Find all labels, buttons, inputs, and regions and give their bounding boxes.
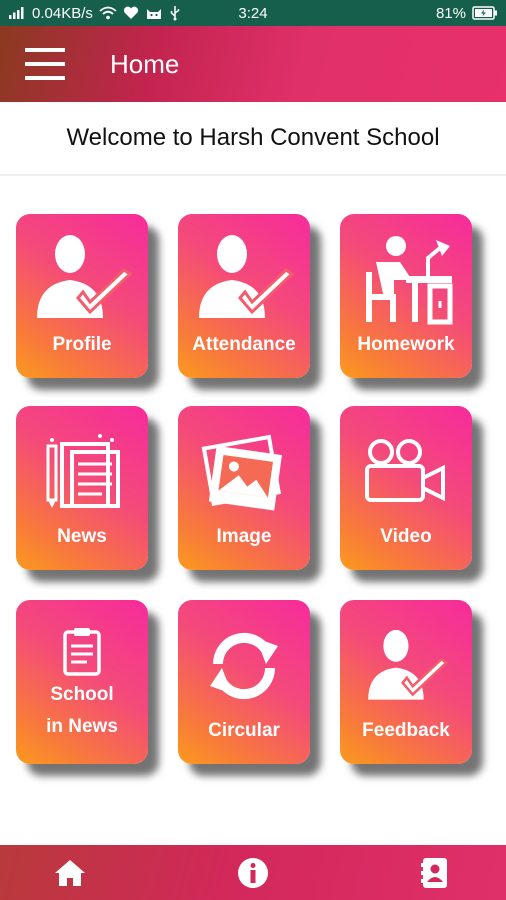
tile-image[interactable]: Image bbox=[178, 406, 310, 570]
tile-feedback[interactable]: Feedback bbox=[340, 600, 472, 764]
person-check-icon bbox=[340, 624, 472, 708]
tile-news[interactable]: News bbox=[16, 406, 148, 570]
tile-video[interactable]: Video bbox=[340, 406, 472, 570]
app-bar: Home bbox=[0, 26, 506, 102]
home-icon[interactable] bbox=[53, 858, 87, 888]
tile-label: Profile bbox=[52, 334, 112, 355]
tile-label: School in News bbox=[16, 679, 148, 743]
person-check-icon bbox=[178, 228, 310, 328]
tile-label: News bbox=[57, 526, 107, 547]
tile-label: Circular bbox=[208, 720, 280, 741]
photos-icon bbox=[178, 432, 310, 516]
tile-label: Homework bbox=[357, 334, 455, 355]
tile-homework[interactable]: Homework bbox=[340, 214, 472, 378]
info-icon[interactable] bbox=[237, 857, 269, 889]
nav-info[interactable] bbox=[218, 845, 288, 900]
document-pencil-icon bbox=[16, 434, 148, 510]
network-speed: 0.04KB/s bbox=[32, 4, 93, 22]
tile-circular[interactable]: Circular bbox=[178, 600, 310, 764]
student-desk-icon bbox=[340, 228, 472, 328]
tile-school-in-news[interactable]: School in News bbox=[16, 600, 148, 764]
signal-icon bbox=[8, 6, 26, 20]
cat-icon bbox=[145, 6, 163, 20]
battery-charging-icon bbox=[472, 6, 498, 20]
tile-label: Attendance bbox=[192, 334, 296, 355]
tile-label-line: School bbox=[50, 684, 114, 705]
battery-percent: 81% bbox=[435, 4, 466, 22]
bottom-nav bbox=[0, 845, 506, 900]
contacts-icon[interactable] bbox=[420, 856, 450, 890]
wifi-icon bbox=[99, 6, 117, 20]
tile-attendance[interactable]: Attendance bbox=[178, 214, 310, 378]
usb-icon bbox=[169, 5, 181, 21]
welcome-banner: Welcome to Harsh Convent School bbox=[0, 102, 506, 176]
menu-button[interactable] bbox=[0, 26, 90, 102]
status-bar: 0.04KB/s 3:24 81% bbox=[0, 0, 506, 26]
tile-label: Image bbox=[216, 526, 272, 547]
page-title: Home bbox=[110, 48, 180, 79]
heart-icon bbox=[123, 6, 139, 20]
tile-label-line: in News bbox=[46, 716, 118, 737]
nav-contacts[interactable] bbox=[400, 845, 470, 900]
tile-label: Video bbox=[380, 526, 432, 547]
video-camera-icon bbox=[340, 436, 472, 506]
refresh-arrows-icon bbox=[178, 624, 310, 708]
clipboard-icon bbox=[16, 626, 148, 676]
nav-home[interactable] bbox=[35, 845, 105, 900]
hamburger-menu-icon[interactable] bbox=[25, 47, 65, 81]
tile-profile[interactable]: Profile bbox=[16, 214, 148, 378]
tile-label: Feedback bbox=[362, 720, 450, 741]
person-check-icon bbox=[16, 228, 148, 328]
status-time: 3:24 bbox=[238, 4, 268, 22]
